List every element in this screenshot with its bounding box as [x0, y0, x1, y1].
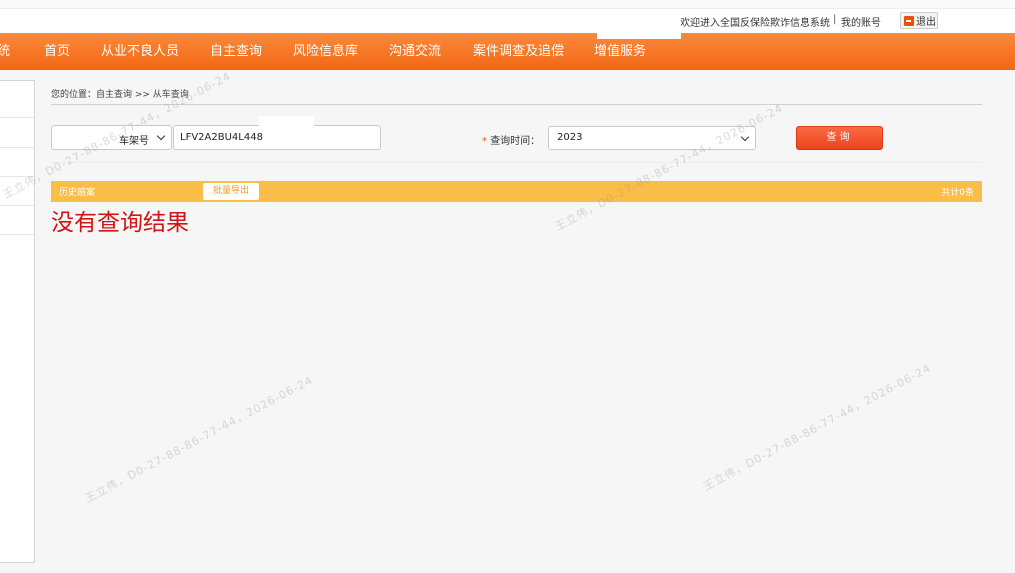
main-nav: 统 首页 从业不良人员 自主查询 风险信息库 沟通交流 案件调查及追偿 增值服务: [0, 33, 1015, 70]
sidebar-divider: [0, 234, 34, 235]
nav-item-bad-practitioners[interactable]: 从业不良人员: [101, 33, 179, 70]
sidebar-divider: [0, 205, 34, 206]
my-account-link[interactable]: 我的账号: [841, 14, 881, 29]
left-sidebar: [0, 80, 35, 563]
logout-label: 退出: [916, 17, 936, 28]
redaction-patch: [597, 13, 681, 39]
top-bar: 欢迎进入全国反保险欺诈信息系统 | 我的账号 退出: [0, 0, 1015, 39]
nav-item-system[interactable]: 统: [0, 33, 10, 70]
sidebar-divider: [0, 147, 34, 148]
logout-icon: [904, 15, 914, 26]
welcome-text: 欢迎进入全国反保险欺诈信息系统: [680, 18, 830, 29]
query-time-label: * 查询时间：: [482, 132, 540, 147]
query-time-text: 查询时间：: [490, 136, 541, 147]
total-count: 共计0条: [941, 188, 974, 198]
history-claims-title: 历史赔案: [59, 188, 96, 198]
nav-item-self-query[interactable]: 自主查询: [210, 33, 262, 70]
result-header-bar: 历史赔案 批量导出 共计0条: [51, 181, 982, 202]
nav-item-communication[interactable]: 沟通交流: [389, 33, 441, 70]
watermark: 王立伟，D0-27-88-86-77-44，2026-06-24: [552, 101, 786, 234]
redaction-patch: [259, 116, 314, 133]
query-time-value: 2023: [557, 132, 583, 143]
browser-strip: [0, 0, 1015, 9]
logout-button[interactable]: 退出: [900, 12, 938, 29]
nav-item-risk-database[interactable]: 风险信息库: [293, 33, 358, 70]
header-separator: |: [833, 14, 837, 25]
sidebar-divider: [0, 117, 34, 118]
empty-result-message: 没有查询结果: [51, 210, 189, 236]
batch-export-button[interactable]: 批量导出: [203, 183, 259, 200]
watermark: 王立伟，D0-27-88-86-77-44，2026-06-24: [700, 361, 934, 494]
vin-input[interactable]: LFV2A2BU4L448: [173, 116, 381, 150]
query-button[interactable]: 查询: [796, 126, 883, 150]
vin-value: LFV2A2BU4L448: [180, 132, 263, 143]
divider: [51, 162, 982, 163]
chevron-down-icon: [156, 131, 166, 141]
required-mark: *: [482, 136, 487, 147]
nav-item-home[interactable]: 首页: [44, 33, 70, 70]
nav-item-case-investigation[interactable]: 案件调查及追偿: [473, 33, 564, 70]
watermark: 王立伟，D0-27-88-86-77-44，2026-06-24: [82, 373, 316, 506]
